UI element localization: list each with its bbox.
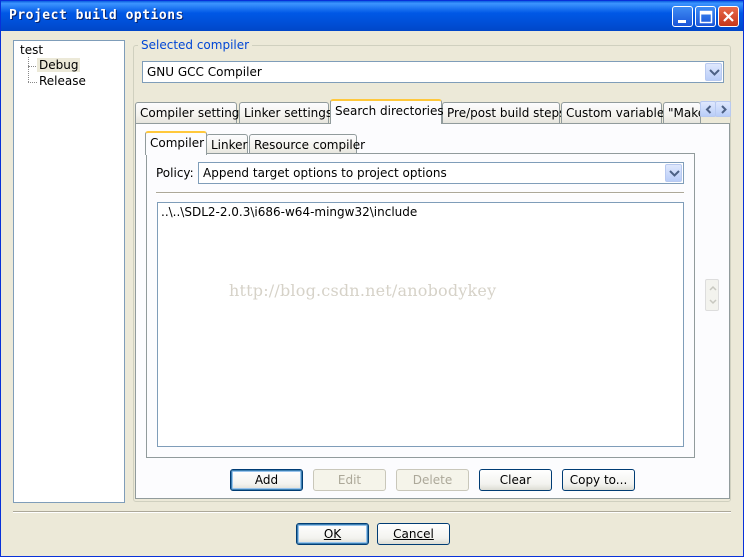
tab-label: Resource compiler	[254, 138, 366, 152]
add-button[interactable]: Add	[230, 469, 303, 491]
tab-label: "Make	[668, 106, 700, 120]
compiler-select-value: GNU GCC Compiler	[147, 65, 262, 79]
tab-label: Linker	[211, 138, 248, 152]
minimize-icon	[678, 20, 686, 23]
tab-resource-compiler[interactable]: Resource compiler	[249, 134, 365, 154]
policy-select[interactable]: Append target options to project options	[198, 162, 684, 184]
title-bar[interactable]: Project build options	[1, 1, 743, 31]
move-item-spinner[interactable]	[705, 279, 719, 311]
build-target-tree[interactable]: test Debug Release	[13, 40, 125, 503]
policy-dropdown-button[interactable]	[665, 164, 682, 182]
maximize-icon	[699, 10, 713, 24]
tab-label: Compiler settings	[140, 106, 246, 120]
cancel-label: Cancel	[393, 527, 434, 541]
chevron-down-icon	[709, 299, 717, 305]
chevron-down-icon	[669, 170, 680, 177]
chevron-right-icon	[721, 105, 727, 114]
tab-label: Compiler	[150, 136, 205, 150]
separator	[156, 192, 684, 194]
ok-label: OK	[323, 527, 342, 541]
tab-compiler[interactable]: Compiler	[145, 131, 207, 155]
tab-search-directories[interactable]: Search directories	[330, 99, 444, 124]
compiler-select[interactable]: GNU GCC Compiler	[142, 61, 724, 83]
chevron-down-icon	[709, 69, 720, 76]
tree-connector	[28, 82, 37, 83]
compiler-dropdown-button[interactable]	[705, 63, 722, 81]
include-directories-list[interactable]: ..\..\SDL2-2.0.3\i686-w64-mingw32\includ…	[157, 202, 684, 447]
tab-label: Custom variables	[566, 106, 671, 120]
tab-linker-settings[interactable]: Linker settings	[239, 102, 333, 123]
close-button[interactable]	[718, 6, 739, 27]
watermark-text: http://blog.csdn.net/anobodykey	[229, 281, 497, 300]
tab-linker[interactable]: Linker	[206, 134, 248, 154]
list-item[interactable]: ..\..\SDL2-2.0.3\i686-w64-mingw32\includ…	[161, 205, 417, 219]
separator	[13, 511, 731, 513]
minimize-button[interactable]	[672, 6, 693, 27]
cancel-button[interactable]: Cancel	[377, 523, 450, 545]
tree-connector	[28, 57, 29, 82]
project-build-options-dialog: Project build options test Debug Release…	[0, 0, 744, 557]
copy-to-button[interactable]: Copy to...	[562, 469, 635, 491]
delete-button[interactable]: Delete	[396, 469, 469, 491]
tab-label: Search directories	[335, 104, 444, 118]
chevron-up-icon	[709, 285, 717, 291]
ok-button[interactable]: OK	[296, 523, 369, 545]
tree-item-test[interactable]: test	[20, 43, 43, 57]
maximize-button[interactable]	[695, 6, 716, 27]
chevron-left-icon	[705, 105, 712, 114]
policy-label: Policy:	[156, 166, 194, 180]
selected-compiler-label: Selected compiler	[138, 38, 253, 52]
tree-connector	[28, 66, 36, 67]
window-title: Project build options	[9, 8, 184, 23]
tab-pre-post-build-steps[interactable]: Pre/post build steps	[442, 102, 565, 123]
tab-label: Linker settings	[244, 106, 333, 120]
close-icon	[723, 11, 734, 22]
tree-item-release[interactable]: Release	[39, 74, 86, 88]
tab-custom-variables[interactable]: Custom variables	[561, 102, 670, 123]
edit-button[interactable]: Edit	[313, 469, 386, 491]
tab-label: Pre/post build steps	[447, 106, 566, 120]
tab-make-commands[interactable]: "Make	[663, 102, 701, 123]
tab-compiler-settings[interactable]: Compiler settings	[135, 102, 246, 123]
tab-scroll-right-button[interactable]	[715, 101, 731, 117]
clear-button[interactable]: Clear	[479, 469, 552, 491]
tab-scroll-left-button[interactable]	[700, 101, 716, 117]
policy-select-value: Append target options to project options	[203, 166, 447, 180]
tree-item-debug[interactable]: Debug	[37, 58, 81, 72]
